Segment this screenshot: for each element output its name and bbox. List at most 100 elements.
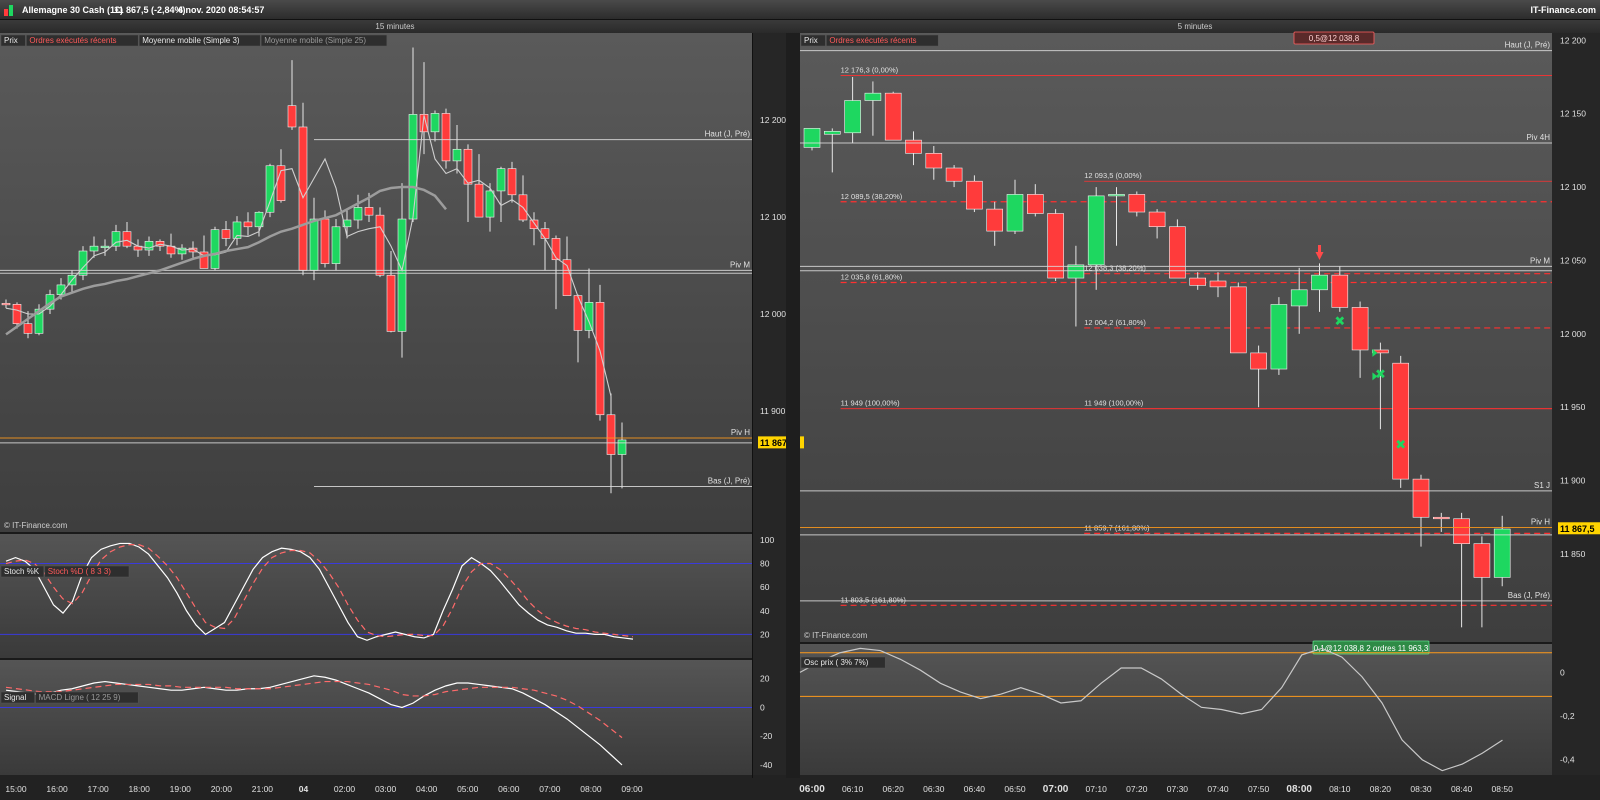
time-label-5min: 08:40 [1451,784,1473,794]
time-label-15min: 04 [299,784,309,794]
time-label-5min: 06:10 [842,784,864,794]
macd-legend-item[interactable]: Signal [4,693,26,702]
price5-candle-body[interactable] [1047,213,1064,279]
osc-legend-item[interactable]: Osc prix ( 3% 7%) [804,658,869,667]
quote-datetime: 4 nov. 2020 08:54:57 [178,5,265,15]
price5-candle-body[interactable] [905,139,922,154]
price5-legend-item[interactable]: Ordres exécutés récents [829,36,916,45]
panel-separator [0,658,752,660]
price15-candle-body[interactable] [441,113,451,162]
price5-candle-body[interactable] [1351,307,1369,351]
time-label-5min: 06:30 [923,784,945,794]
price15-candle-body[interactable] [144,241,154,251]
price5-y-tick-label: 11 950 [1560,402,1586,412]
price15-candle-body[interactable] [111,231,121,247]
stoch-legend-item[interactable]: Stoch %K [4,567,40,576]
price15-candle-body[interactable] [210,229,220,269]
price15-candle-body[interactable] [364,207,374,216]
price5-candle-body[interactable] [1006,194,1024,232]
time-label-5min: 07:40 [1207,784,1229,794]
price15-candle-body[interactable] [496,168,506,192]
price5-legend-item[interactable]: Prix [804,36,818,45]
price5-candle-body[interactable] [925,153,943,169]
price15-candle-body[interactable] [452,148,462,162]
price15-candle-body[interactable] [606,414,616,455]
price5-candle-body[interactable] [945,167,963,182]
price15-candle-body[interactable] [408,114,418,220]
price15-candle-body[interactable] [1,303,11,306]
price15-candle-body[interactable] [485,190,495,218]
price5-candle-body[interactable] [1087,195,1105,266]
price5-candle-body[interactable] [1311,274,1328,291]
price15-candle-body[interactable] [617,439,627,455]
price15-candle-body[interactable] [474,183,484,218]
price5-candle-body[interactable] [1108,194,1125,197]
price15-candle-body[interactable] [89,245,99,252]
price5-candle-body[interactable] [986,208,1004,232]
price5-candle-body[interactable] [1433,516,1450,520]
price15-candle-body[interactable] [397,218,407,332]
down-arrow-stem [1318,245,1321,253]
price5-candle-body[interactable] [1209,280,1227,288]
price15-legend-item[interactable]: Moyenne mobile (Simple 25) [264,36,366,45]
price15-candle-body[interactable] [12,304,22,324]
price15-candle-body[interactable] [78,250,88,276]
price15-candle-body[interactable] [287,105,297,128]
price5-candle-body[interactable] [1331,274,1349,308]
price15-legend-item[interactable]: Ordres exécutés récents [29,36,116,45]
price15-candle-body[interactable] [122,231,132,247]
price5-candle-body[interactable] [966,180,983,210]
price5-candle-body[interactable] [1412,478,1430,518]
price5-candle-body[interactable] [844,100,861,134]
price15-candle-body[interactable] [23,323,33,334]
price5-candle-body[interactable] [1493,528,1511,578]
order-tag-top-label[interactable]: 0,5@12 038,8 [1309,34,1360,43]
price5-candle-body[interactable] [1290,289,1308,307]
price5-candle-body[interactable] [1067,264,1085,279]
price5-candle-body[interactable] [803,128,821,148]
price5-candle-body[interactable] [1473,543,1491,578]
stoch-y-tick-label: 60 [760,582,770,592]
price15-candle-body[interactable] [331,226,341,264]
time-label-5min: 07:00 [1043,784,1069,795]
price15-candle-body[interactable] [353,207,363,221]
price5-candle-body[interactable] [884,92,902,141]
price5-candle-body[interactable] [1189,277,1206,286]
price15-candle-body[interactable] [243,221,253,228]
price5-candle-body[interactable] [823,131,841,135]
price5-candle-body[interactable] [1453,518,1470,544]
time-label-5min: 07:10 [1086,784,1108,794]
price5-candle-body[interactable] [1250,352,1267,370]
price5-last-price-label: 11 867,5 [1560,524,1595,534]
price15-candle-body[interactable] [320,218,330,264]
price5-candle-body[interactable] [1148,211,1166,228]
price15-candle-body[interactable] [375,214,385,276]
price5-y-tick-label: 12 100 [1560,182,1586,192]
time-label-15min: 06:00 [498,784,520,794]
time-label-15min: 07:00 [539,784,561,794]
price15-legend-item[interactable]: Moyenne mobile (Simple 3) [142,36,240,45]
price15-candle-body[interactable] [573,295,583,331]
price15-candle-body[interactable] [595,302,605,416]
price15-candle-body[interactable] [265,165,275,213]
price5-candle-body[interactable] [1270,304,1288,370]
price5-candle-body[interactable] [1392,362,1409,480]
price15-candle-body[interactable] [386,274,396,332]
price15-candle-body[interactable] [309,218,319,271]
price5-candle-body[interactable] [1230,286,1247,354]
charts-workspace[interactable]: 15 minutes 5 minutes Haut (J, Pré) Piv M Piv… [0,20,1600,800]
price15-candle-body[interactable] [56,284,66,295]
price15-candle-body[interactable] [551,238,561,261]
price15-legend-item[interactable]: Prix [4,36,18,45]
macd-legend-item[interactable]: MACD Ligne ( 12 25 9) [39,693,121,702]
price5-candle-body[interactable] [1027,194,1044,214]
price15-candle-body[interactable] [221,229,231,239]
stoch-legend-item[interactable]: Stoch %D ( 8 3 3) [48,567,111,576]
time-label-5min: 08:30 [1410,784,1432,794]
price15-candle-body[interactable] [507,168,517,196]
order-tag-bottom-label[interactable]: 0,1@12 038,8 2 ordres 11 963,3 [1314,644,1429,653]
price15-candle-body[interactable] [430,113,440,133]
price5-candle-body[interactable] [1128,194,1146,213]
price5-candle-body[interactable] [864,92,882,101]
price15-candle-body[interactable] [100,245,110,248]
